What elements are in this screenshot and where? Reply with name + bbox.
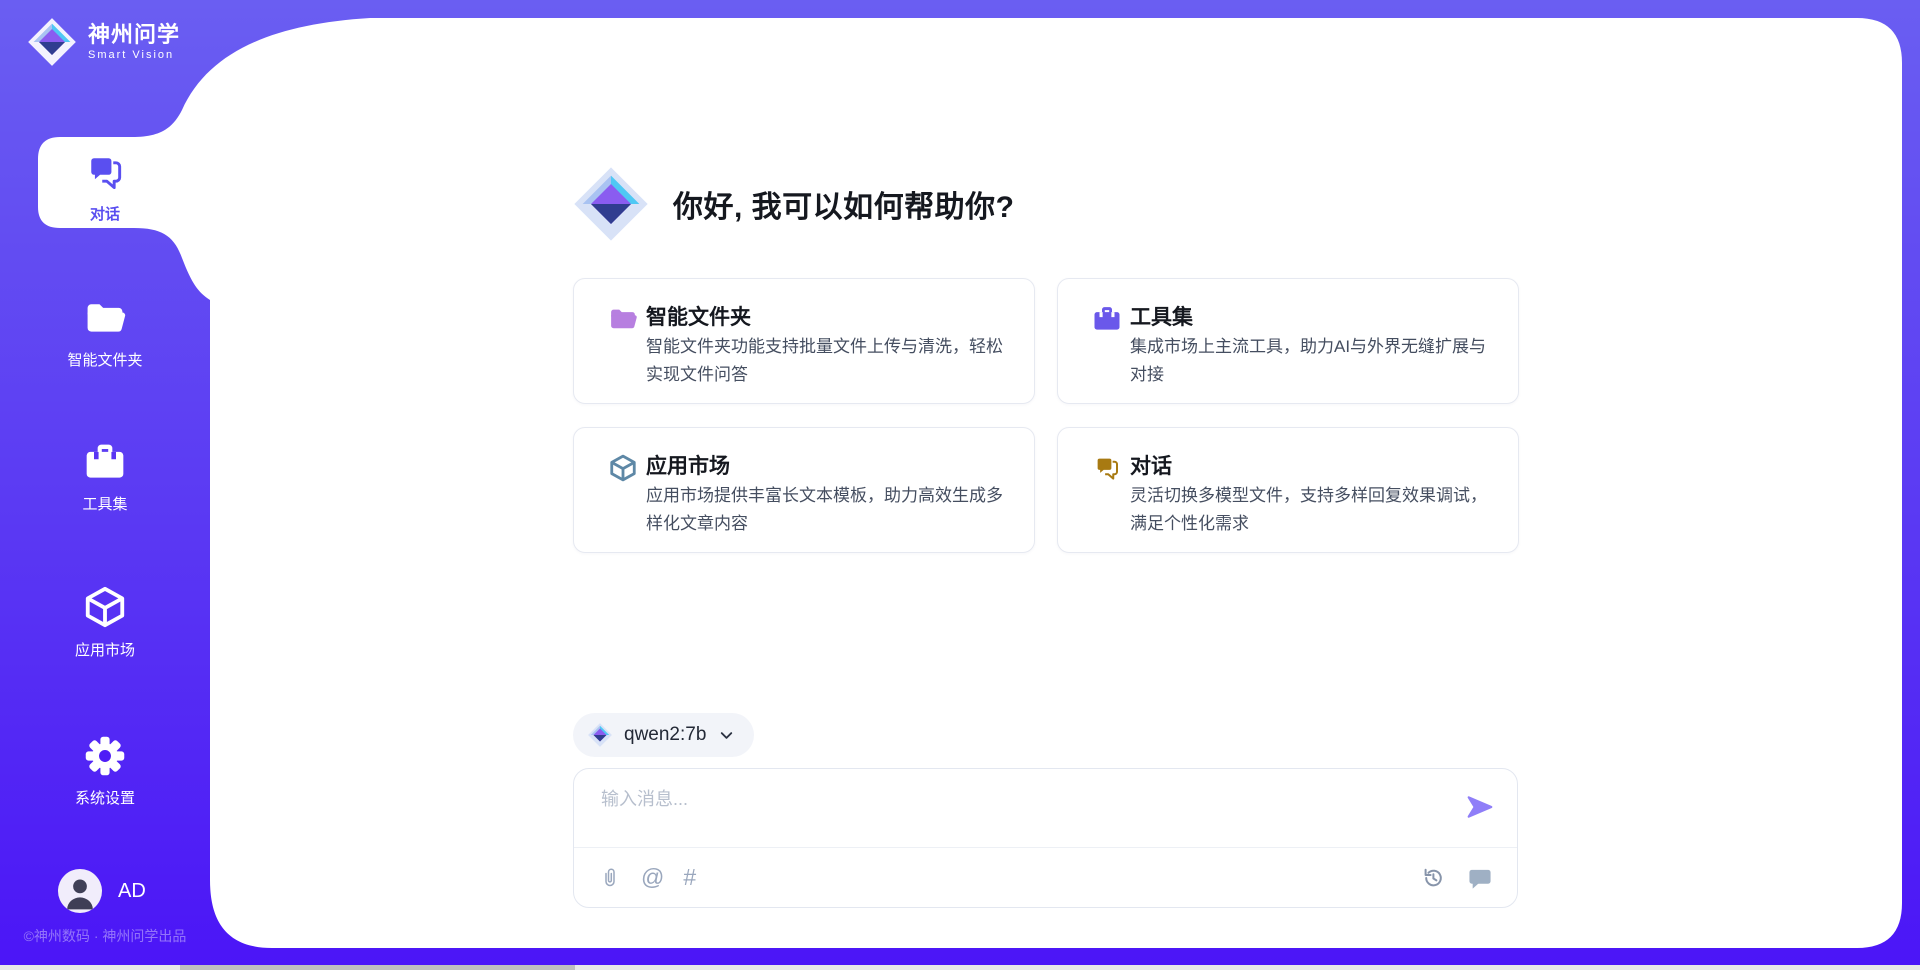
hashtag-icon[interactable]: # <box>683 866 696 889</box>
card-description: 集成市场上主流工具，助力AI与外界无缝扩展与对接 <box>1130 333 1496 389</box>
model-diamond-logo-icon <box>587 722 613 748</box>
greeting-text: 你好, 我可以如何帮助你? <box>673 182 1015 226</box>
message-composer: @ # <box>573 768 1518 908</box>
sidebar-item-settings[interactable]: 系统设置 <box>0 734 210 808</box>
composer-toolbar: @ # <box>574 847 1517 907</box>
card-description: 应用市场提供丰富长文本模板，助力高效生成多样化文章内容 <box>646 482 1012 538</box>
gear-icon <box>83 734 127 778</box>
brand-subtitle: Smart Vision <box>88 49 180 61</box>
person-icon <box>58 869 102 913</box>
folder-icon <box>83 296 127 340</box>
attachment-icon[interactable] <box>598 866 622 890</box>
card-description: 灵活切换多模型文件，支持多样回复效果调试，满足个性化需求 <box>1130 482 1496 538</box>
feature-card-app-market[interactable]: 应用市场 应用市场提供丰富长文本模板，助力高效生成多样化文章内容 <box>573 427 1035 553</box>
folder-icon <box>608 304 638 334</box>
sidebar-item-smart-folder[interactable]: 智能文件夹 <box>0 296 210 370</box>
chevron-down-icon <box>717 726 736 745</box>
card-title: 对话 <box>1130 450 1172 480</box>
feature-card-chat[interactable]: 对话 灵活切换多模型文件，支持多样回复效果调试，满足个性化需求 <box>1057 427 1519 553</box>
history-icon[interactable] <box>1421 866 1445 890</box>
sidebar-item-label: 对话 <box>0 203 210 224</box>
sidebar-item-label: 工具集 <box>0 493 210 514</box>
sidebar-item-label: 应用市场 <box>0 639 210 660</box>
card-title: 智能文件夹 <box>646 301 751 331</box>
copyright-footer: ©神州数码 · 神州问学出品 <box>0 926 210 946</box>
sidebar-item-app-market[interactable]: 应用市场 <box>0 584 210 660</box>
mention-icon[interactable]: @ <box>641 866 664 889</box>
chat-bubbles-icon <box>83 150 127 194</box>
avatar <box>58 869 102 913</box>
card-description: 智能文件夹功能支持批量文件上传与清洗，轻松实现文件问答 <box>646 333 1012 389</box>
cube-icon <box>82 584 128 630</box>
chat-bubbles-icon <box>1092 453 1122 483</box>
message-input[interactable] <box>601 785 1441 843</box>
brand-diamond-logo-icon <box>26 16 78 68</box>
toolbox-icon <box>1092 304 1122 334</box>
brand: 神州问学 Smart Vision <box>26 16 180 68</box>
brand-name: 神州问学 <box>88 23 180 47</box>
sidebar-item-label: 系统设置 <box>0 787 210 808</box>
assistant-diamond-logo-icon <box>571 163 651 245</box>
horizontal-scrollbar[interactable] <box>0 965 1920 970</box>
card-title: 应用市场 <box>646 450 730 480</box>
greeting-section: 你好, 我可以如何帮助你? <box>571 163 1015 245</box>
cube-icon <box>608 453 638 483</box>
conversation-icon[interactable] <box>1467 866 1493 890</box>
sidebar-item-toolset[interactable]: 工具集 <box>0 440 210 514</box>
model-name: qwen2:7b <box>624 724 706 746</box>
toolbox-icon <box>83 440 127 484</box>
user-profile[interactable]: AD <box>58 869 146 913</box>
user-initials: AD <box>118 880 146 903</box>
scrollbar-thumb[interactable] <box>180 965 575 970</box>
card-title: 工具集 <box>1130 301 1193 331</box>
send-icon[interactable] <box>1466 793 1494 821</box>
sidebar-item-chat[interactable]: 对话 <box>0 150 210 224</box>
model-selector[interactable]: qwen2:7b <box>573 713 754 757</box>
feature-card-toolset[interactable]: 工具集 集成市场上主流工具，助力AI与外界无缝扩展与对接 <box>1057 278 1519 404</box>
feature-card-smart-folder[interactable]: 智能文件夹 智能文件夹功能支持批量文件上传与清洗，轻松实现文件问答 <box>573 278 1035 404</box>
sidebar-item-label: 智能文件夹 <box>0 349 210 370</box>
